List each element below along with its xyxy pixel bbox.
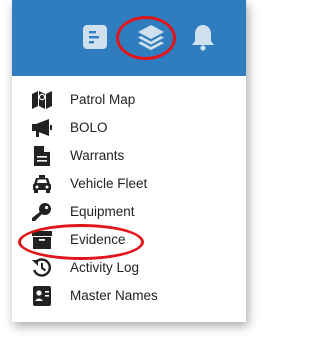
document-icon: [32, 146, 52, 166]
menu-item-label: Activity Log: [70, 260, 140, 275]
id-card-icon: [32, 286, 52, 306]
dashboard-button[interactable]: [80, 22, 110, 52]
car-icon: [32, 174, 52, 194]
menu-item-master-names[interactable]: Master Names: [12, 282, 246, 310]
menu-item-label: Equipment: [70, 204, 135, 219]
top-toolbar: [12, 0, 246, 76]
menu-item-patrol-map[interactable]: Patrol Map: [12, 86, 246, 114]
archive-box-icon: [32, 230, 52, 250]
layers-button[interactable]: [136, 22, 166, 52]
navigation-menu: Patrol Map BOLO Warrants Vehicle Fleet E…: [12, 86, 246, 310]
menu-item-vehicle-fleet[interactable]: Vehicle Fleet: [12, 170, 246, 198]
megaphone-icon: [32, 118, 52, 138]
key-icon: [32, 202, 52, 222]
menu-item-label: Master Names: [70, 288, 158, 303]
menu-item-label: Vehicle Fleet: [70, 176, 148, 191]
layers-icon: [138, 25, 164, 51]
menu-item-label: Evidence: [70, 232, 126, 247]
map-icon: [32, 90, 52, 110]
menu-item-evidence[interactable]: Evidence: [12, 226, 246, 254]
notifications-button[interactable]: [188, 22, 218, 52]
menu-item-warrants[interactable]: Warrants: [12, 142, 246, 170]
bell-icon: [192, 25, 214, 51]
menu-item-label: Warrants: [70, 148, 125, 163]
menu-item-activity-log[interactable]: Activity Log: [12, 254, 246, 282]
menu-item-label: BOLO: [70, 120, 108, 135]
history-icon: [32, 258, 52, 278]
menu-item-bolo[interactable]: BOLO: [12, 114, 246, 142]
menu-item-label: Patrol Map: [70, 92, 136, 107]
menu-item-equipment[interactable]: Equipment: [12, 198, 246, 226]
dashboard-icon: [83, 25, 107, 49]
